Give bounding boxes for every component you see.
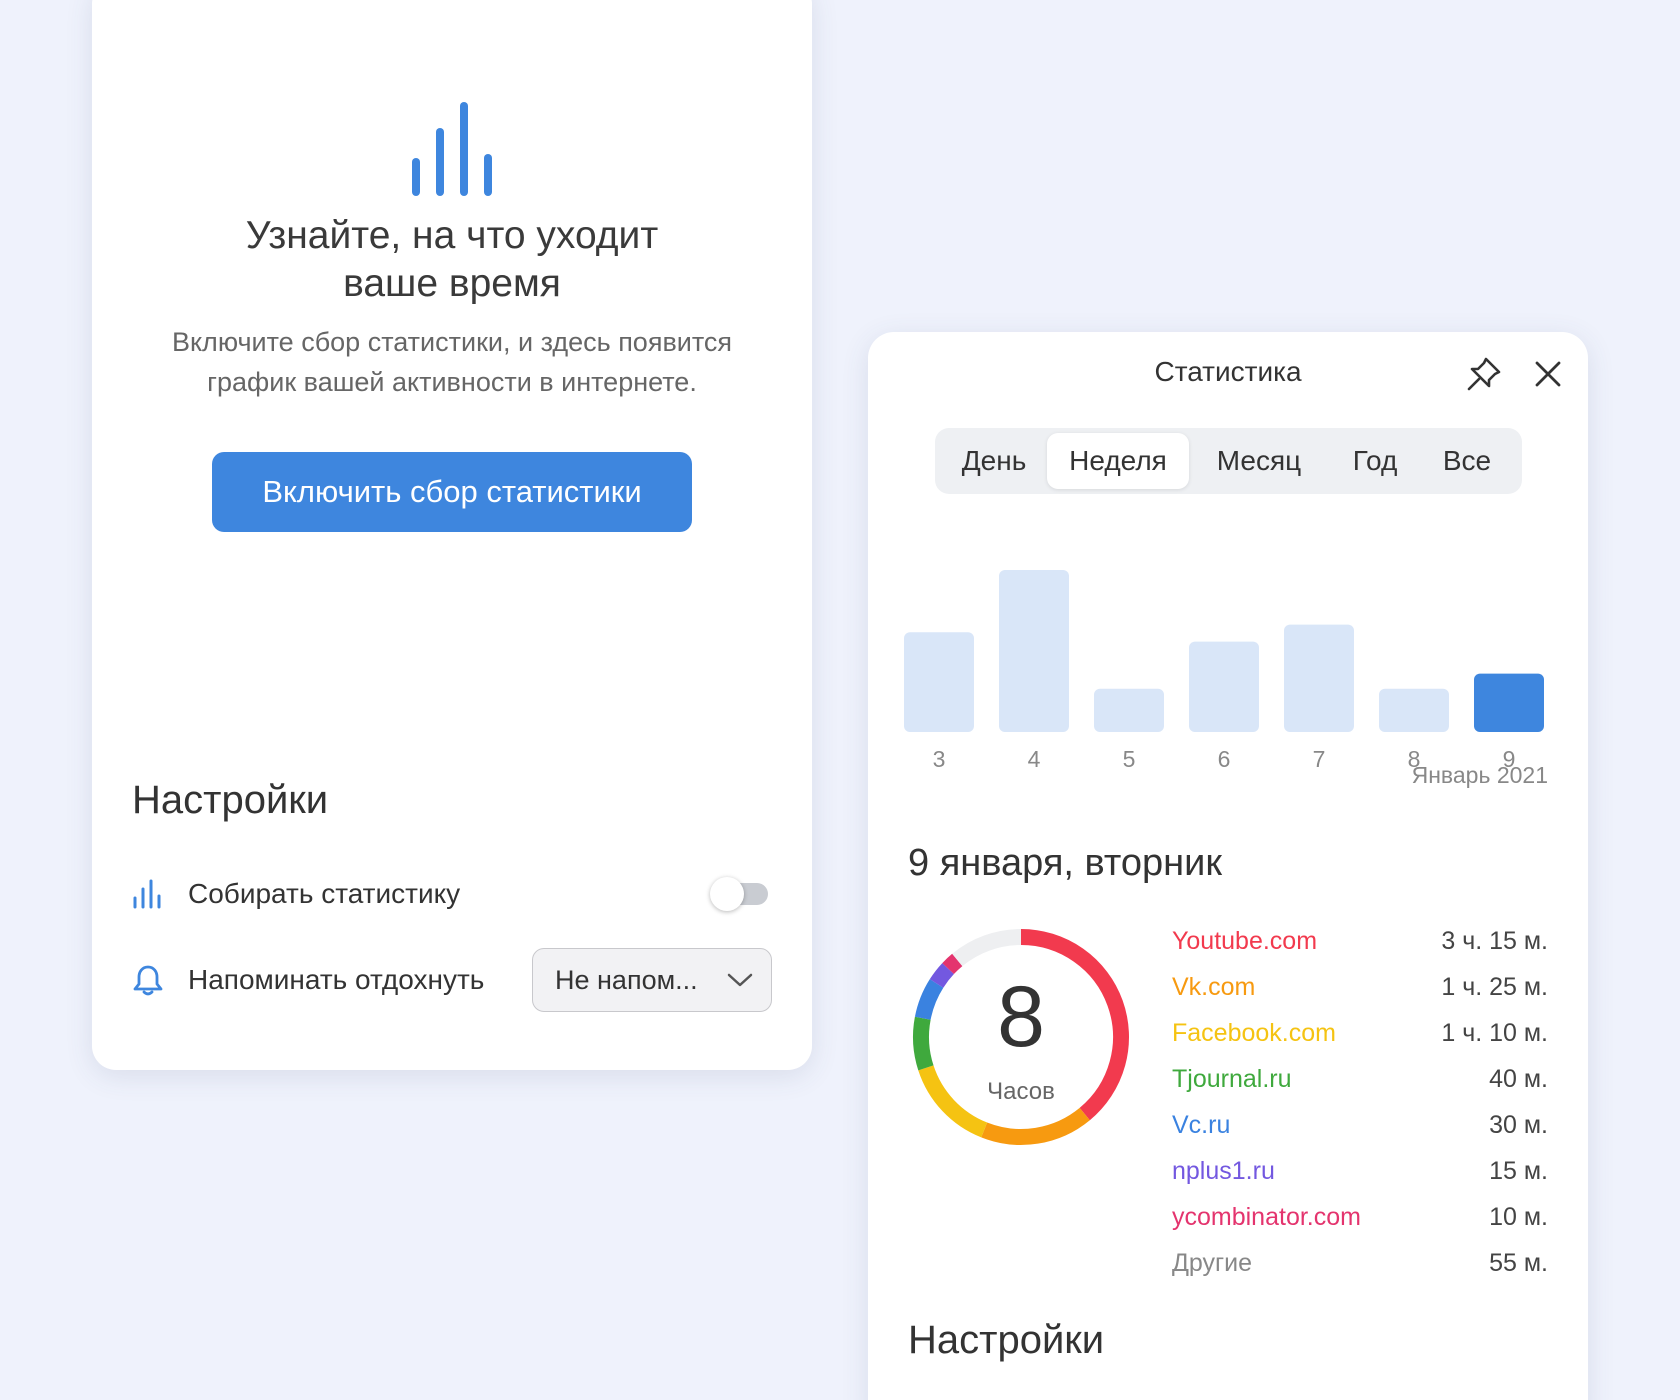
site-row: nplus1.ru 15 м. <box>1172 1148 1548 1194</box>
tab-day[interactable]: День <box>941 433 1047 489</box>
site-time: 3 ч. 15 м. <box>1441 926 1548 955</box>
site-name[interactable]: Vc.ru <box>1172 1111 1230 1140</box>
collect-stats-setting: Собирать статистику <box>130 862 772 926</box>
site-time: 1 ч. 25 м. <box>1441 972 1548 1001</box>
bar-chart-icon <box>130 876 166 912</box>
enable-stats-button[interactable]: Включить сбор статистики <box>212 452 692 532</box>
weekly-bar-chart: 3456789 <box>904 570 1544 772</box>
site-row: Tjournal.ru 40 м. <box>1172 1056 1548 1102</box>
bell-icon <box>130 962 166 998</box>
site-name[interactable]: Facebook.com <box>1172 1019 1336 1048</box>
bar-day-6[interactable] <box>1189 641 1259 732</box>
site-row: Vk.com 1 ч. 25 м. <box>1172 964 1548 1010</box>
site-row: Youtube.com 3 ч. 15 м. <box>1172 918 1548 964</box>
site-time: 1 ч. 10 м. <box>1441 1018 1548 1047</box>
pin-icon[interactable] <box>1464 354 1504 394</box>
total-hours-unit: Часов <box>987 1078 1055 1105</box>
bar-chart-icon <box>412 102 492 196</box>
donut-segment-1 <box>981 1107 1090 1145</box>
bar-day-8[interactable] <box>1379 688 1449 732</box>
site-time: 40 м. <box>1489 1064 1548 1093</box>
site-row: ycombinator.com 10 м. <box>1172 1194 1548 1240</box>
toggle-knob <box>710 877 744 911</box>
site-time: 55 м. <box>1489 1248 1548 1277</box>
site-name[interactable]: Vk.com <box>1172 973 1255 1002</box>
collect-stats-label: Собирать статистику <box>188 878 461 909</box>
site-time: 15 м. <box>1489 1156 1548 1185</box>
site-name[interactable]: Youtube.com <box>1172 927 1317 956</box>
site-usage-list: Youtube.com 3 ч. 15 м. Vk.com 1 ч. 25 м. Fac… <box>1172 918 1548 1286</box>
chart-month-label: Январь 2021 <box>1411 762 1548 788</box>
site-row: Facebook.com 1 ч. 10 м. <box>1172 1010 1548 1056</box>
tab-week[interactable]: Неделя <box>1047 433 1189 489</box>
site-name[interactable]: ycombinator.com <box>1172 1203 1361 1232</box>
stats-onboarding-panel: Узнайте, на что уходит ваше время Включи… <box>92 0 812 1070</box>
tab-all[interactable]: Все <box>1421 433 1513 489</box>
onboarding-description: Включите сбор статистики, и здесь появит… <box>171 327 733 397</box>
bar-day-4[interactable] <box>999 570 1069 732</box>
remind-rest-setting: Напоминать отдохнуть Не напом... <box>130 948 772 1012</box>
onboarding-title: Узнайте, на что уходит ваше время <box>245 214 659 305</box>
site-name[interactable]: Другие <box>1172 1249 1252 1278</box>
bar-day-9[interactable] <box>1474 673 1544 732</box>
period-tabs: День Неделя Месяц Год Все <box>935 428 1522 494</box>
bar-day-5[interactable] <box>1094 688 1164 732</box>
site-name[interactable]: nplus1.ru <box>1172 1157 1275 1186</box>
bar-day-7[interactable] <box>1284 624 1354 732</box>
remind-select-value: Не напом... <box>555 964 698 995</box>
bar-day-3[interactable] <box>904 632 974 732</box>
collect-stats-toggle[interactable] <box>710 877 768 911</box>
site-row: Vc.ru 30 м. <box>1172 1102 1548 1148</box>
remind-interval-select[interactable]: Не напом... <box>532 948 772 1012</box>
settings-heading: Настройки <box>132 778 329 822</box>
tab-year[interactable]: Год <box>1329 433 1421 489</box>
site-time: 30 м. <box>1489 1110 1548 1139</box>
selected-day-title: 9 января, вторник <box>908 842 1222 884</box>
tab-month[interactable]: Месяц <box>1189 433 1329 489</box>
site-name[interactable]: Tjournal.ru <box>1172 1065 1292 1094</box>
site-row: Другие 55 м. <box>1172 1240 1548 1286</box>
remind-rest-label: Напоминать отдохнуть <box>188 964 485 995</box>
donut-segment-6 <box>942 953 963 975</box>
chevron-down-icon <box>727 973 753 987</box>
settings-heading: Настройки <box>908 1318 1105 1362</box>
donut-segment-7 <box>952 929 1022 967</box>
close-icon[interactable] <box>1528 354 1568 394</box>
site-time: 10 м. <box>1489 1202 1548 1231</box>
stats-panel: Статистика День Неделя Месяц Год Все 345… <box>868 332 1588 1400</box>
total-hours-value: 8 <box>997 969 1045 1065</box>
